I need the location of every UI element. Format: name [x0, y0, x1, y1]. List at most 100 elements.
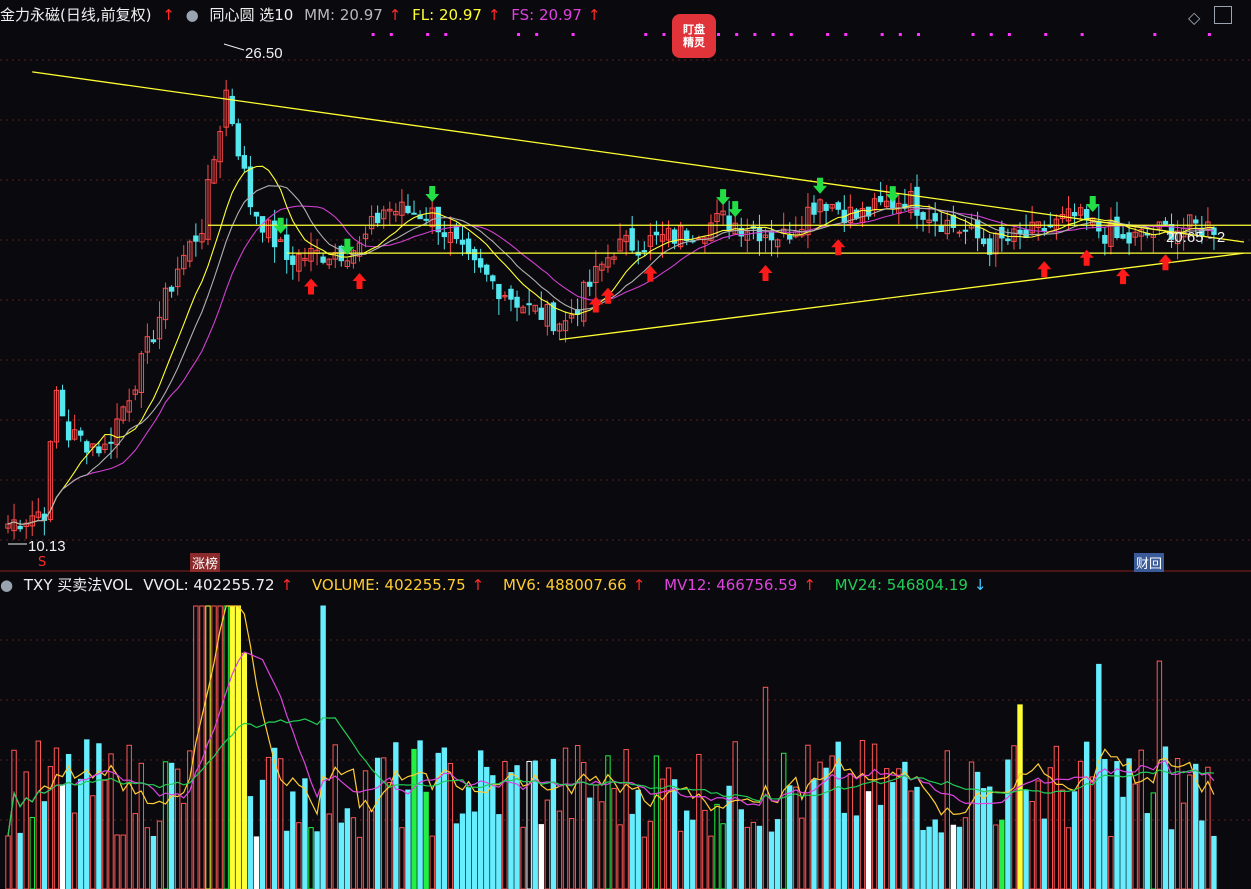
- volume-bar: [926, 826, 932, 889]
- volume-bar: [120, 834, 126, 889]
- buy-arrow-icon: [758, 265, 773, 282]
- candle: [59, 384, 66, 417]
- candle: [574, 298, 581, 327]
- sell-arrow-icon: [813, 177, 828, 194]
- signal-dot: [1044, 33, 1048, 36]
- signal-dot: [426, 33, 430, 36]
- volume-bar: [387, 782, 393, 889]
- candle-body: [787, 234, 793, 240]
- candle-body: [1162, 220, 1169, 225]
- sell-arrow-icon: [885, 186, 900, 203]
- volume-bar: [920, 830, 926, 889]
- volume-bar: [617, 824, 623, 889]
- diamond-icon[interactable]: ◇: [1188, 8, 1200, 27]
- candle-body: [17, 525, 23, 530]
- watch-spirit-badge[interactable]: 盯盘 精灵: [672, 14, 716, 58]
- candle: [411, 200, 417, 215]
- volume-bar: [538, 824, 544, 889]
- settings-circle-icon[interactable]: ●: [0, 576, 13, 594]
- stock-title[interactable]: 金力永磁(日线,前复权): [0, 6, 151, 24]
- signal-dot: [644, 33, 648, 36]
- up-arrow-icon: ↑: [471, 576, 485, 594]
- volume-bar: [877, 804, 884, 889]
- caihui-tag[interactable]: 财回: [1134, 553, 1165, 572]
- volume-bar: [102, 779, 108, 889]
- candle: [568, 299, 575, 324]
- candle: [859, 201, 866, 228]
- signal-dots: [371, 33, 1211, 36]
- volume-bar: [490, 775, 496, 889]
- candle-body: [253, 211, 260, 217]
- candle: [1083, 205, 1090, 231]
- candle-body: [514, 296, 520, 308]
- candle-body: [150, 339, 157, 343]
- volume-bar: [562, 747, 569, 889]
- grid-lines: [0, 59, 1251, 821]
- candle-body: [962, 229, 969, 232]
- volume-bar: [938, 832, 944, 889]
- volume-bar: [738, 809, 744, 889]
- candle: [278, 236, 284, 242]
- volume-bar: [690, 819, 696, 889]
- volume-bar: [1059, 789, 1066, 889]
- badge-line-2: 精灵: [683, 36, 705, 49]
- restore-window-icon[interactable]: [1214, 6, 1232, 24]
- candle: [387, 201, 393, 226]
- volume-bar: [556, 810, 563, 889]
- candle-body: [490, 275, 496, 282]
- candle-body: [235, 123, 241, 157]
- volume-bar: [459, 813, 466, 889]
- candle-body: [374, 212, 381, 224]
- up-arrow-icon: ↑: [280, 576, 294, 594]
- candle-body: [471, 249, 478, 261]
- volume-bar: [550, 758, 557, 889]
- signal-dot: [844, 33, 848, 36]
- volume-bar: [356, 836, 363, 889]
- volume-indicator-name[interactable]: TXY 买卖法VOL: [24, 576, 133, 594]
- volume-bar: [780, 752, 787, 889]
- volume-bar: [65, 753, 72, 889]
- volume-bar: [241, 652, 248, 889]
- vvol-value: VVOL: 402255.72: [143, 576, 275, 594]
- volume-bar: [859, 740, 866, 889]
- volume-bar: [641, 836, 647, 889]
- mv12-value: MV12: 466756.59: [664, 576, 798, 594]
- volume-bar: [768, 831, 775, 889]
- volume-bar: [1180, 802, 1187, 889]
- candle-body: [538, 307, 544, 320]
- candle: [471, 246, 478, 274]
- candle: [562, 311, 569, 343]
- volume-bar: [199, 605, 205, 889]
- candle-body: [999, 226, 1005, 239]
- candle: [587, 269, 593, 297]
- candle: [405, 194, 411, 215]
- candle: [320, 252, 326, 265]
- volume-bar: [368, 810, 375, 889]
- candle: [17, 519, 23, 532]
- candle: [623, 230, 629, 256]
- volume-bar: [132, 813, 138, 889]
- signal-dot: [535, 33, 539, 36]
- candle: [5, 515, 11, 534]
- candle: [223, 79, 229, 137]
- candle-body: [811, 202, 817, 215]
- candle: [605, 244, 611, 273]
- candle: [84, 439, 90, 465]
- last-range-label: 20.65 - 2: [1166, 229, 1225, 246]
- volume-bar: [508, 772, 514, 889]
- zhangbang-tag[interactable]: 涨榜: [190, 553, 221, 572]
- volume-bar: [1168, 829, 1175, 889]
- candle: [968, 213, 975, 231]
- volume-bar: [817, 761, 823, 889]
- candle: [205, 164, 211, 246]
- candle: [653, 220, 660, 245]
- mm-value: MM: 20.97: [304, 6, 383, 24]
- volume-bar: [714, 803, 720, 889]
- candle-body: [508, 288, 514, 300]
- candle: [805, 193, 811, 249]
- indicator-name[interactable]: 同心圆 选10: [210, 6, 294, 24]
- candle-body: [974, 219, 981, 239]
- buy-arrow-icon: [1158, 254, 1173, 271]
- volume-bar: [1144, 813, 1150, 889]
- settings-circle-icon[interactable]: ●: [186, 6, 199, 24]
